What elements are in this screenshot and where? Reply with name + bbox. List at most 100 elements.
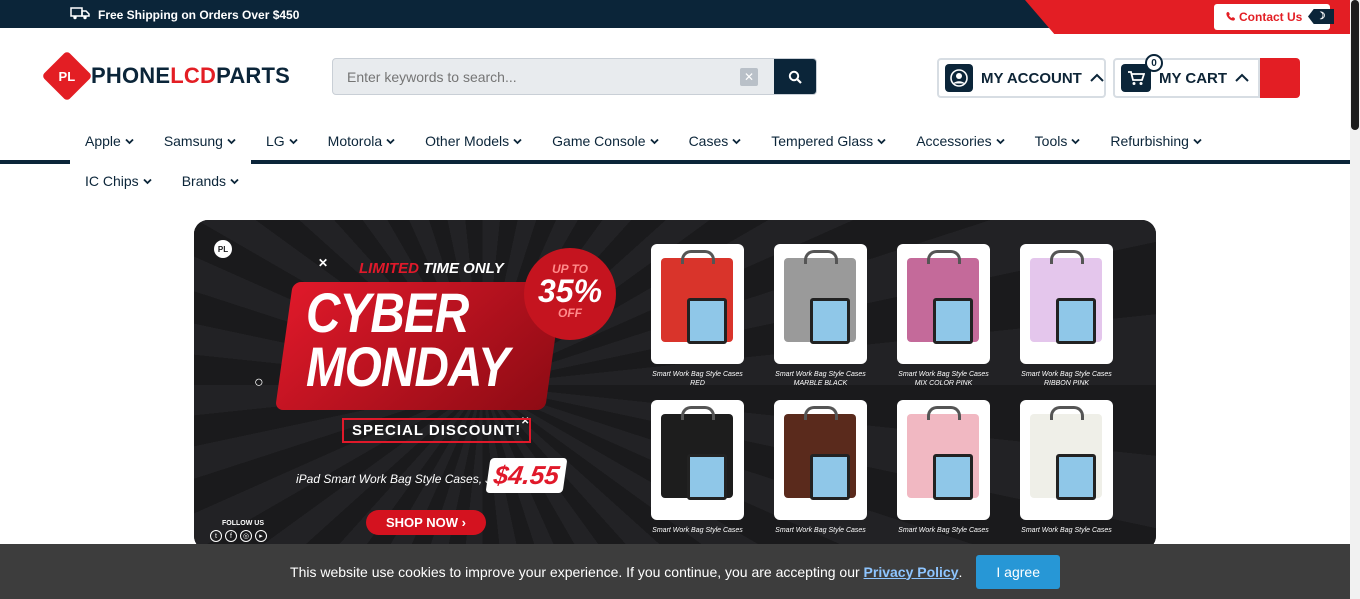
site-logo[interactable]: PL PHONELCDPARTS [41, 50, 291, 102]
page-scrollbar[interactable] [1350, 0, 1360, 599]
cyber-monday-banner[interactable]: PL ✕ ○ ✕ LIMITED TIME ONLY CYBER MONDAY U… [194, 220, 1156, 550]
product-tile[interactable]: Smart Work Bag Style Cases [1020, 400, 1113, 535]
product-caption: Smart Work Bag Style Cases [1021, 527, 1112, 534]
special-discount-label: SPECIAL DISCOUNT! [342, 418, 532, 443]
agree-button[interactable]: I agree [976, 554, 1060, 589]
my-account-label: MY ACCOUNT [981, 69, 1082, 87]
nav-row-primary: Apple Samsung LG Motorola Other Models Game C… [70, 126, 1350, 156]
nav-row-secondary: IC Chips Brands [70, 167, 254, 195]
top-announcement-bar: Free Shipping on Orders Over $450 [0, 0, 1350, 34]
youtube-icon[interactable]: ▸ [255, 530, 267, 542]
cart-icon: 0 [1121, 54, 1163, 92]
logo-mark: PL [41, 50, 93, 102]
discount-bubble: UP TO 35% OFF [524, 248, 616, 340]
nav-item-refurbishing[interactable]: Refurbishing [1095, 133, 1217, 149]
contact-us-button[interactable]: Contact Us ☽ [1214, 4, 1334, 30]
chevron-down-icon [649, 138, 659, 144]
product-caption: Smart Work Bag Style Cases [652, 527, 743, 534]
product-image [897, 400, 990, 520]
privacy-policy-link[interactable]: Privacy Policy [864, 564, 959, 580]
chevron-down-icon [230, 178, 239, 184]
main-navigation: Apple Samsung LG Motorola Other Models Game C… [70, 126, 1350, 156]
cart-side-accent[interactable] [1260, 58, 1300, 98]
chevron-down-icon [386, 138, 395, 144]
product-tile[interactable]: Smart Work Bag Style Cases MIX COLOR PINK [897, 244, 990, 388]
search-icon [788, 70, 802, 84]
phone-ring-icon [1226, 10, 1236, 24]
chevron-down-icon [513, 138, 522, 144]
chevron-down-icon [289, 138, 298, 144]
search-bar: ✕ [332, 58, 817, 95]
nav-item-lg[interactable]: LG [251, 133, 313, 149]
nav-item-ic-chips[interactable]: IC Chips [70, 173, 167, 189]
nav-item-game-console[interactable]: Game Console [537, 133, 673, 149]
product-image [1020, 244, 1113, 364]
product-tile[interactable]: Smart Work Bag Style Cases MARBLE BLACK [774, 244, 867, 388]
nav-item-tools[interactable]: Tools [1020, 133, 1096, 149]
my-cart-label: MY CART [1159, 69, 1228, 87]
nav-item-accessories[interactable]: Accessories [901, 133, 1019, 149]
nav-item-motorola[interactable]: Motorola [313, 133, 410, 149]
product-image [774, 244, 867, 364]
product-tile[interactable]: Smart Work Bag Style Cases RIBBON PINK [1020, 244, 1113, 388]
product-tile[interactable]: Smart Work Bag Style Cases RED [651, 244, 744, 388]
chevron-up-icon [1235, 73, 1249, 82]
social-icons: t f ◎ ▸ [210, 530, 267, 542]
chevron-down-icon [877, 138, 886, 144]
headline: CYBER MONDAY [306, 281, 510, 398]
offer-description: iPad Smart Work Bag Style Cases, Just [296, 472, 508, 486]
ring-decoration-icon: ○ [254, 374, 264, 391]
product-tile[interactable]: Smart Work Bag Style Cases [651, 400, 744, 535]
product-image [774, 400, 867, 520]
product-caption: Smart Work Bag Style Cases RED [652, 371, 743, 387]
nav-item-tempered-glass[interactable]: Tempered Glass [756, 133, 901, 149]
chevron-down-icon [996, 138, 1005, 144]
search-button[interactable] [774, 59, 816, 94]
my-account-button[interactable]: MY ACCOUNT [937, 58, 1106, 98]
nav-item-samsung[interactable]: Samsung [149, 133, 251, 149]
cookie-message: This website use cookies to improve your… [290, 563, 963, 580]
nav-divider-gap [70, 160, 251, 164]
shop-now-button[interactable]: SHOP NOW › [366, 510, 486, 535]
chevron-up-icon [1090, 73, 1104, 82]
product-image [1020, 400, 1113, 520]
cookie-consent-bar: This website use cookies to improve your… [0, 544, 1350, 599]
chevron-down-icon [227, 138, 236, 144]
nav-item-other-models[interactable]: Other Models [410, 133, 537, 149]
cart-count-badge: 0 [1145, 54, 1163, 72]
chevron-down-icon [1193, 138, 1202, 144]
nav-item-brands[interactable]: Brands [167, 173, 254, 189]
my-cart-button[interactable]: 0 MY CART [1113, 54, 1260, 98]
chevron-down-icon [1071, 138, 1080, 144]
logo-wordmark: PHONELCDPARTS [91, 63, 291, 88]
product-image [897, 244, 990, 364]
chevron-down-icon [732, 138, 741, 144]
banner-logo-badge: PL [214, 240, 232, 258]
facebook-icon[interactable]: f [225, 530, 237, 542]
instagram-icon[interactable]: ◎ [240, 530, 252, 542]
scrollbar-thumb[interactable] [1351, 0, 1359, 130]
product-tile[interactable]: Smart Work Bag Style Cases [897, 400, 990, 535]
product-caption: Smart Work Bag Style Cases [775, 527, 866, 534]
clear-search-icon[interactable]: ✕ [740, 68, 758, 86]
product-caption: Smart Work Bag Style Cases MARBLE BLACK [775, 371, 866, 387]
product-caption: Smart Work Bag Style Cases RIBBON PINK [1021, 371, 1112, 387]
product-tile[interactable]: Smart Work Bag Style Cases [774, 400, 867, 535]
product-image [651, 400, 744, 520]
search-input[interactable] [333, 59, 740, 94]
limited-time-text: LIMITED TIME ONLY [359, 260, 504, 277]
product-caption: Smart Work Bag Style Cases MIX COLOR PINK [898, 371, 989, 387]
nav-item-cases[interactable]: Cases [674, 133, 757, 149]
user-icon [945, 64, 973, 92]
nav-item-apple[interactable]: Apple [70, 133, 149, 149]
truck-icon [70, 6, 90, 23]
product-image [651, 244, 744, 364]
product-grid: Smart Work Bag Style Cases RED Smart Work … [651, 244, 1113, 535]
chevron-down-icon [125, 138, 134, 144]
product-caption: Smart Work Bag Style Cases [898, 527, 989, 534]
twitter-icon[interactable]: t [210, 530, 222, 542]
sparkle-icon: ✕ [318, 256, 329, 270]
shipping-notice: Free Shipping on Orders Over $450 [70, 6, 299, 23]
follow-us-label: FOLLOW US [222, 520, 264, 527]
dark-mode-toggle-icon[interactable]: ☽ [1308, 9, 1334, 24]
